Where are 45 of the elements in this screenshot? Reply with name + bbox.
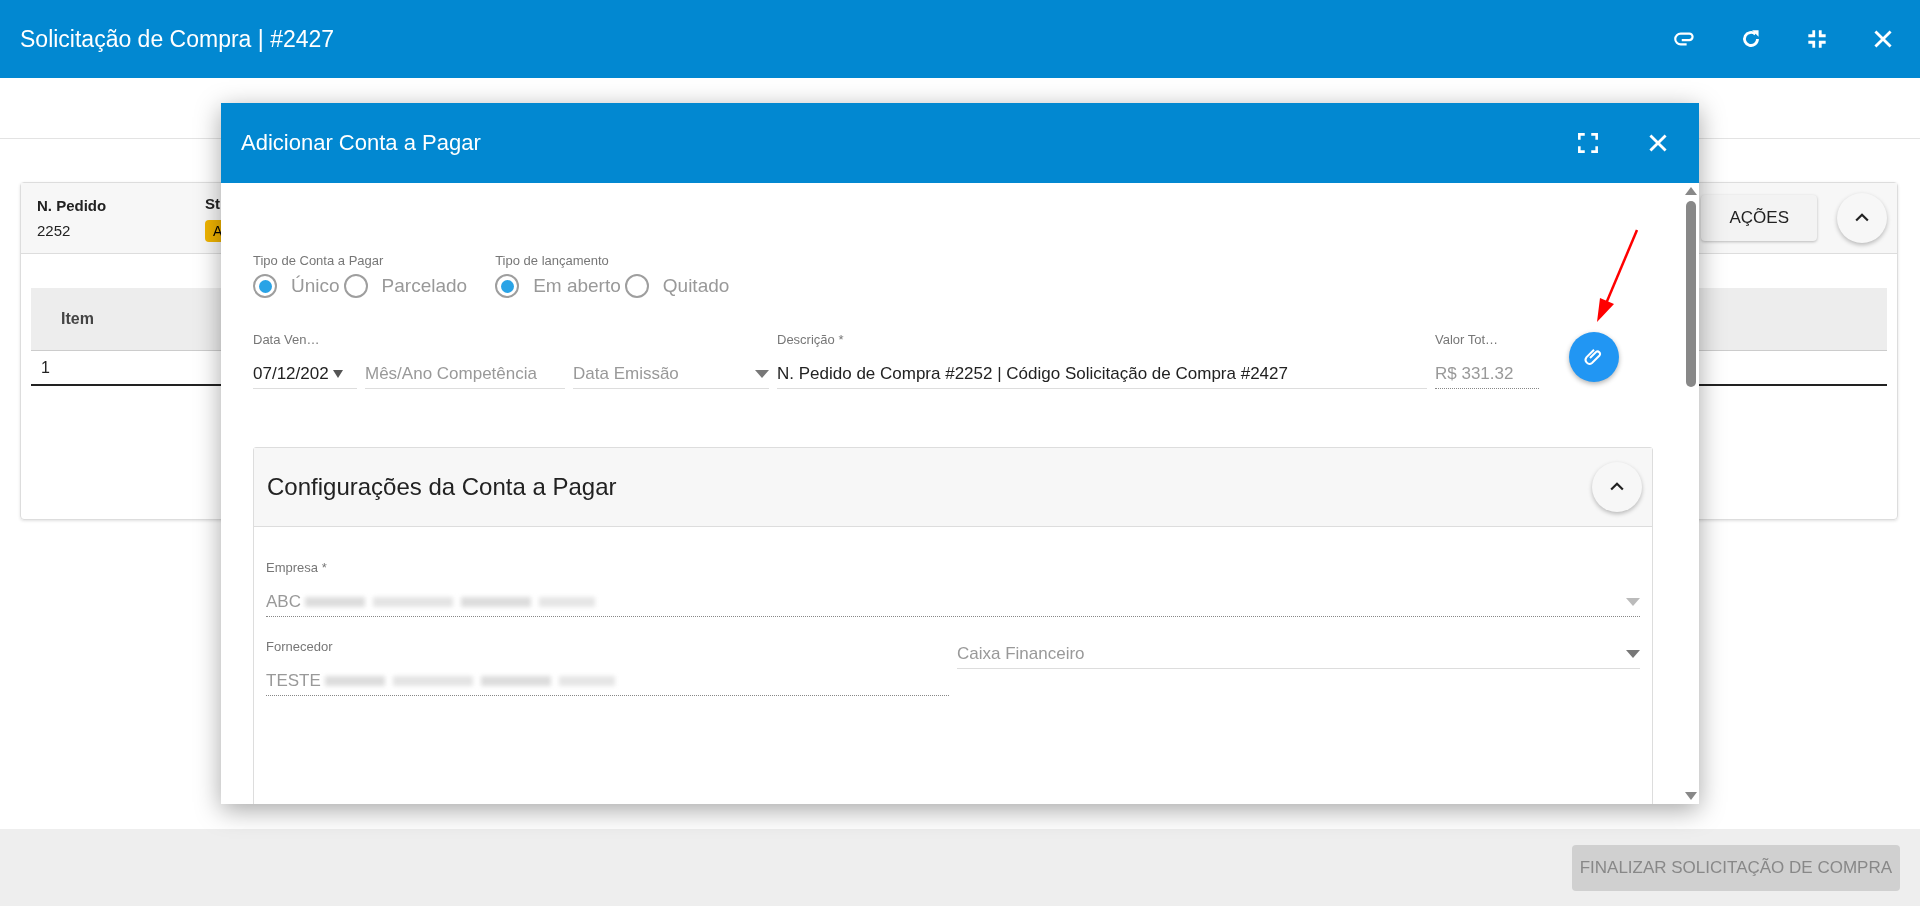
radio-button[interactable]: [495, 274, 520, 298]
field-label: Valor Tot…: [1435, 332, 1500, 347]
option-label: Parcelado: [381, 275, 468, 297]
radio-option[interactable]: Parcelado: [343, 274, 468, 298]
column-label: N. Pedido: [37, 197, 108, 214]
actions-button[interactable]: AÇÕES: [1701, 195, 1817, 241]
input-field: R$ 331.32: [1435, 359, 1539, 389]
dropdown-caret-icon: [1626, 597, 1640, 606]
scroll-thumb[interactable]: [1686, 201, 1696, 387]
column-header: Item: [60, 310, 94, 328]
option-label: Em aberto: [533, 275, 621, 297]
fullscreen-icon[interactable]: [1575, 130, 1601, 156]
attach-button[interactable]: [1569, 332, 1619, 382]
group-label: Tipo de Conta a Pagar: [253, 253, 385, 268]
scroll-up-icon[interactable]: [1685, 187, 1697, 195]
dropdown-caret-icon: [755, 369, 769, 378]
field-label: Descrição *: [777, 332, 845, 347]
dropdown-caret-icon: [332, 369, 343, 378]
select-field[interactable]: Data Emissão: [573, 359, 769, 389]
scroll-down-icon[interactable]: [1685, 792, 1697, 800]
group-label: Tipo de lançamento: [495, 253, 610, 268]
select-field: ABC: [266, 587, 1640, 617]
radio-button[interactable]: [624, 274, 649, 298]
radio-option[interactable]: Único: [253, 274, 340, 298]
input-field[interactable]: N. Pedido de Compra #2252 | Código Solicitação de Compra #2427: [777, 359, 1427, 389]
window-title: Solicitação de Compra | #2427: [20, 25, 336, 53]
input-field[interactable]: Mês/Ano Competência: [365, 359, 565, 389]
option-label: Único: [291, 275, 340, 297]
column-value: 2252: [37, 222, 72, 239]
radio-button[interactable]: [343, 274, 368, 298]
field-label: Empresa *: [266, 560, 328, 575]
dialog-title: Adicionar Conta a Pagar: [241, 130, 482, 156]
table-cell-text: 1: [40, 358, 50, 377]
radio-option[interactable]: Quitado: [624, 274, 730, 298]
option-label: Quitado: [662, 275, 730, 297]
radio-option[interactable]: Em aberto: [495, 274, 621, 298]
dropdown-caret-icon: [1626, 649, 1640, 658]
select-field[interactable]: Caixa Financeiro: [957, 639, 1640, 669]
panel-title: Configurações da Conta a Pagar: [267, 473, 618, 501]
field-label: Fornecedor: [266, 639, 334, 654]
input-field: TESTE: [266, 666, 949, 696]
radio-button[interactable]: [253, 274, 277, 298]
field-label: Data Ven…: [253, 332, 321, 347]
date-field[interactable]: 07/12/202: [253, 359, 357, 389]
column-label: St: [205, 194, 221, 212]
